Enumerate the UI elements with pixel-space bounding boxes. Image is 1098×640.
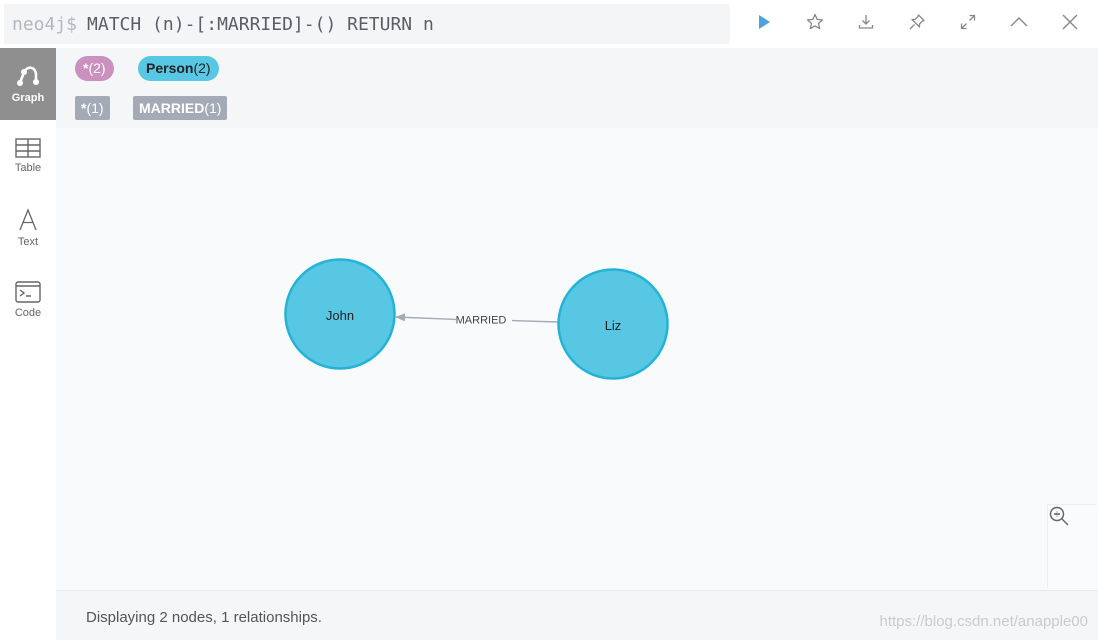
run-button[interactable] — [738, 0, 789, 44]
fullscreen-button[interactable] — [942, 0, 993, 44]
view-text-label: Text — [17, 236, 39, 248]
graph-icon — [17, 66, 39, 86]
query-text[interactable]: MATCH (n)-[:MARRIED]-() RETURN n — [87, 14, 434, 35]
watermark: https://blog.csdn.net/anapple00 — [879, 613, 1089, 630]
rel-type-all-tag[interactable]: *(1) — [75, 96, 110, 120]
status-text: Displaying 2 nodes, 1 relationships. — [86, 609, 322, 626]
rel-type-married-tag[interactable]: MARRIED(1) — [133, 96, 228, 120]
relationship-label: MARRIED — [456, 315, 507, 327]
close-icon — [1062, 14, 1077, 30]
zoom-out-icon — [1049, 506, 1069, 526]
editor-bar: neo4j$ MATCH (n)-[:MARRIED]-() RETURN n — [0, 0, 1098, 48]
relationship-arrow[interactable] — [395, 313, 457, 322]
node-label-all-pill[interactable]: *(2) — [75, 56, 114, 81]
node-john-label: John — [326, 308, 354, 323]
text-icon — [19, 208, 37, 231]
node-label-person-pill[interactable]: Person(2) — [138, 56, 219, 81]
view-graph-tab[interactable]: Graph — [0, 48, 56, 120]
table-icon — [15, 138, 41, 158]
code-icon — [15, 281, 41, 303]
expand-icon — [960, 14, 975, 30]
relationship-line[interactable] — [511, 319, 559, 323]
view-code-tab[interactable]: Code — [0, 264, 56, 336]
view-table-tab[interactable]: Table — [0, 120, 56, 192]
view-graph-label: Graph — [11, 92, 45, 104]
view-rail: Graph Table Text Code — [0, 48, 56, 640]
status-bar: Displaying 2 nodes, 1 relationships. htt… — [56, 590, 1098, 640]
export-button[interactable] — [840, 0, 891, 44]
pin-icon — [909, 14, 925, 30]
query-editor[interactable]: neo4j$ MATCH (n)-[:MARRIED]-() RETURN n — [4, 4, 730, 44]
view-text-tab[interactable]: Text — [0, 192, 56, 264]
view-code-label: Code — [14, 307, 42, 319]
collapse-button[interactable] — [993, 0, 1044, 44]
download-icon — [858, 15, 873, 29]
node-liz-label: Liz — [605, 318, 622, 333]
graph-canvas[interactable]: MARRIED John Liz — [56, 128, 1098, 590]
query-prompt: neo4j$ — [12, 13, 78, 35]
pin-button[interactable] — [891, 0, 942, 44]
zoom-out-button[interactable] — [1048, 506, 1098, 585]
star-icon — [806, 13, 823, 30]
favorite-button[interactable] — [789, 0, 840, 44]
legend-panel: *(2) Person(2) *(1) MARRIED(1) — [56, 48, 1098, 128]
play-icon — [758, 15, 770, 29]
close-button[interactable] — [1044, 0, 1095, 44]
frame-toolbar — [738, 0, 1095, 44]
collapse-up-icon — [1010, 17, 1027, 27]
view-table-label: Table — [14, 162, 42, 174]
zoom-controls — [1047, 504, 1097, 588]
graph-svg: MARRIED John Liz — [284, 258, 669, 380]
